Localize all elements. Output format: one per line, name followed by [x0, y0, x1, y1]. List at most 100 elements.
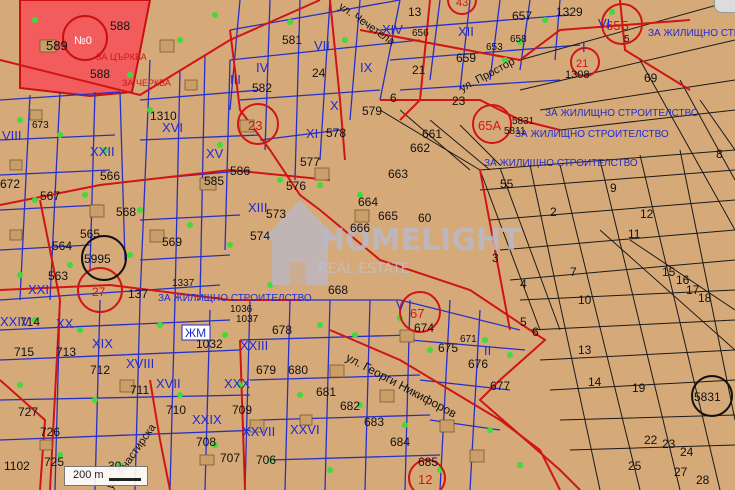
- block-ix: IX: [360, 60, 373, 75]
- zone-label-church: ЗА ЦЪРКВА: [96, 52, 147, 62]
- parcel-574: 574: [250, 229, 270, 243]
- parcel-588b: 588: [110, 19, 130, 33]
- map-corner-control[interactable]: [714, 0, 735, 13]
- zone-label-cherkva: ЗА ЧЕРКВА: [122, 78, 171, 88]
- parcel-1037: 1037: [236, 314, 259, 325]
- parcel-682: 682: [340, 399, 360, 413]
- parcel-10: 10: [578, 293, 592, 307]
- parcel-711: 711: [130, 383, 149, 397]
- parcel-13b: 13: [408, 5, 422, 19]
- block-iv: IV: [256, 60, 269, 75]
- parcel-725: 725: [44, 455, 64, 469]
- parcel-564: 564: [52, 239, 72, 253]
- parcel-1102: 1102: [4, 459, 30, 473]
- parcel-566: 566: [100, 169, 120, 183]
- parcel-710: 710: [166, 403, 186, 417]
- parcel-582: 582: [252, 81, 272, 95]
- block-xiv: XIV: [382, 22, 403, 37]
- parcel-69: 69: [644, 71, 658, 85]
- parcel-18: 18: [698, 291, 712, 305]
- watermark-subtext: REAL ESTATE: [318, 261, 410, 277]
- block-iii: III: [230, 72, 241, 87]
- parcel-676: 676: [468, 357, 488, 371]
- block-ii: II: [484, 343, 491, 358]
- block-i: I: [582, 40, 586, 55]
- block-xi: XI: [306, 126, 318, 141]
- parcel-664: 664: [358, 195, 378, 209]
- scale-label: 200 m: [73, 469, 104, 481]
- parcel-674: 674: [414, 321, 434, 335]
- parcel-5811: 5811: [504, 126, 526, 137]
- parcel-726: 726: [40, 425, 60, 439]
- parcel-60: 60: [418, 211, 432, 225]
- parcel-675: 675: [438, 341, 458, 355]
- parcel-22: 22: [644, 433, 658, 447]
- parcel-709: 709: [232, 403, 252, 417]
- block-xxi: XXI: [28, 282, 49, 297]
- block-xxvii: XXVII: [242, 424, 275, 439]
- parcel-576: 576: [286, 179, 306, 193]
- parcel-684: 684: [390, 435, 410, 449]
- block-xxix: XXIX: [192, 412, 222, 427]
- parcel-565: 565: [80, 227, 100, 241]
- block-xxiv: XXIV: [0, 314, 30, 329]
- parcel-23b: 23: [662, 437, 676, 451]
- circle-label-5995: 5995: [84, 252, 111, 266]
- parcel-1337: 1337: [172, 278, 195, 289]
- block-x: X: [330, 98, 339, 113]
- parcel-677: 677: [490, 379, 510, 393]
- zone-label-housing-2: ЗА ЖИЛИЩНО СТРОИТЕЛСТВО: [545, 108, 699, 119]
- circle-label-27: 27: [92, 285, 106, 299]
- parcel-712: 712: [90, 363, 110, 377]
- parcel-727: 727: [18, 405, 38, 419]
- parcel-23: 23: [452, 94, 466, 108]
- block-vii: VII: [314, 38, 330, 53]
- parcel-15: 15: [662, 265, 676, 279]
- parcel-4: 4: [520, 277, 527, 291]
- circle-label-43: 43: [456, 0, 468, 9]
- parcel-681: 681: [316, 385, 336, 399]
- parcel-678: 678: [272, 323, 292, 337]
- parcel-13: 13: [578, 343, 592, 357]
- parcel-586: 586: [230, 164, 250, 178]
- parcel-568: 568: [116, 205, 136, 219]
- parcel-11: 11: [628, 227, 641, 241]
- parcel-24: 24: [312, 66, 326, 80]
- parcel-656: 656: [412, 28, 429, 39]
- parcel-569: 569: [162, 235, 182, 249]
- parcel-680: 680: [288, 363, 308, 377]
- parcel-579: 579: [362, 104, 382, 118]
- block-xxii: XXII: [90, 144, 115, 159]
- parcel-24b: 24: [680, 445, 694, 459]
- circle-label-67: 67: [410, 306, 424, 321]
- zone-label-housing-4: ЗА ЖИЛИЩНО СТРОИТЕЛСТВО: [484, 158, 638, 169]
- parcel-715: 715: [14, 345, 34, 359]
- block-xv: XV: [206, 146, 224, 161]
- circle-label-12: 12: [418, 472, 432, 487]
- block-xix: XIX: [92, 336, 113, 351]
- parcel-706: 706: [256, 453, 276, 467]
- parcel-567: 567: [40, 189, 60, 203]
- parcel-5b: 5: [624, 34, 630, 45]
- parcel-9: 9: [610, 181, 617, 195]
- parcel-6: 6: [532, 325, 539, 339]
- parcel-2: 2: [550, 205, 557, 219]
- parcel-5: 5: [520, 315, 527, 329]
- zone-label-housing-5: ЗА ЖИЛИЩНО СТРОИТЕЛСТВО: [158, 293, 312, 304]
- parcel-708: 708: [196, 435, 216, 449]
- parcel-679: 679: [256, 363, 276, 377]
- block-v: V: [396, 298, 405, 313]
- parcel-683: 683: [364, 415, 384, 429]
- cadastral-map[interactable]: HOMELIGHT REAL ESTATE 589 №0 ЗА ЦЪРКВА З…: [0, 0, 735, 490]
- circle-label-65a: 65A: [478, 118, 501, 133]
- block-xviii: XVIII: [126, 356, 154, 371]
- parcel-55: 55: [500, 177, 514, 191]
- scale-bar-box: 200 m: [64, 466, 148, 486]
- parcel-581: 581: [282, 33, 302, 47]
- parcel-588: 588: [90, 67, 110, 81]
- parcel-1032: 1032: [196, 337, 223, 351]
- parcel-578: 578: [326, 126, 346, 140]
- parcel-563: 563: [48, 269, 68, 283]
- parcel-21: 21: [412, 63, 426, 77]
- parcel-663: 663: [388, 167, 408, 181]
